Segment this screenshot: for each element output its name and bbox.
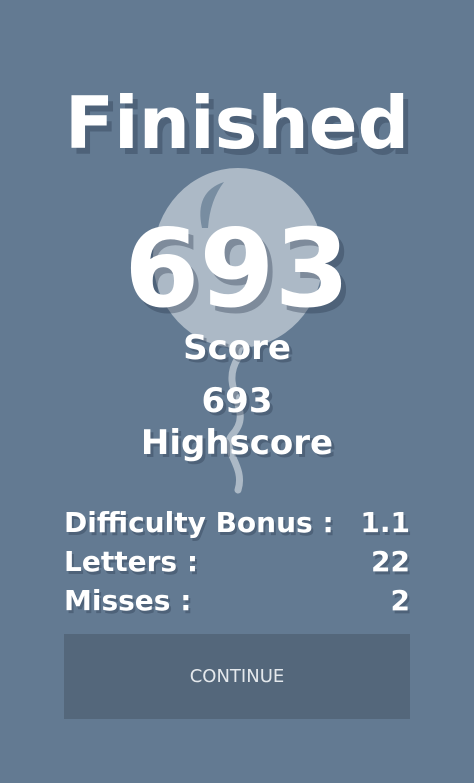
stat-row-difficulty: Difficulty Bonus : 1.1 [64, 503, 410, 542]
stat-value: 22 [371, 545, 410, 578]
stat-row-misses: Misses : 2 [64, 581, 410, 620]
highscore-value: 693 [201, 381, 273, 421]
continue-button[interactable]: CONTINUE [64, 634, 410, 719]
score-value: 693 [124, 207, 350, 332]
score-label: Score [183, 328, 291, 368]
stats-panel: Difficulty Bonus : 1.1 Letters : 22 Miss… [64, 503, 410, 620]
stat-value: 1.1 [360, 506, 410, 539]
title: Finished [64, 81, 410, 165]
stat-label: Difficulty Bonus : [64, 506, 334, 539]
stat-value: 2 [390, 584, 410, 617]
stat-label: Letters : [64, 545, 199, 578]
highscore-label: Highscore [140, 423, 334, 463]
stat-row-letters: Letters : 22 [64, 542, 410, 581]
stat-label: Misses : [64, 584, 192, 617]
